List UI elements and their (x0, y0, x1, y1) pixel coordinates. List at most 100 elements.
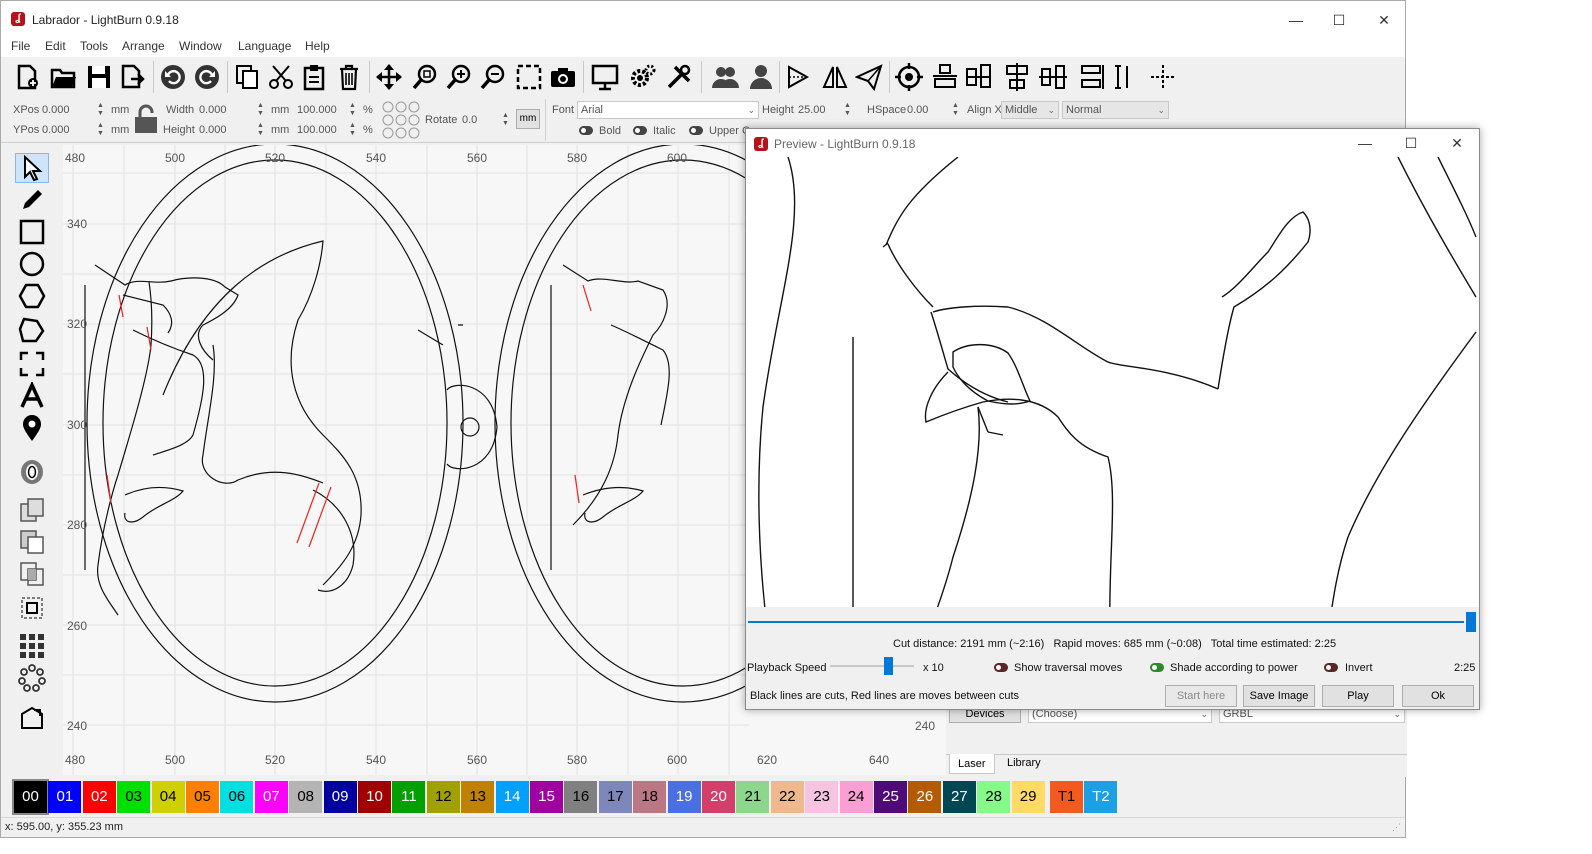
boolean-subtract-icon[interactable] (15, 527, 49, 557)
color-layer-t1[interactable]: T1 (1050, 781, 1083, 813)
color-layer-14[interactable]: 14 (495, 781, 529, 813)
export-icon[interactable] (117, 61, 149, 93)
width-percent-spinner[interactable]: ▲ ▼ (349, 102, 357, 118)
font-select[interactable]: Arial ⌄ (577, 101, 759, 119)
color-layer-27[interactable]: 27 (942, 781, 976, 813)
color-layer-17[interactable]: 17 (598, 781, 632, 813)
design-canvas[interactable]: 480 500 520 540 560 580 600 340 320 300 … (63, 145, 749, 775)
height-percent-field[interactable]: 100.000 (297, 124, 337, 136)
color-layer-22[interactable]: 22 (770, 781, 804, 813)
tools-icon[interactable] (663, 61, 695, 93)
color-layer-29[interactable]: 29 (1011, 781, 1045, 813)
redo-icon[interactable] (191, 61, 223, 93)
color-layer-12[interactable]: 12 (426, 781, 460, 813)
close-icon[interactable]: ✕ (1434, 129, 1480, 157)
color-layer-19[interactable]: 19 (667, 781, 701, 813)
settings-icon[interactable] (627, 61, 659, 93)
offset-icon[interactable] (15, 457, 49, 487)
select-arrow-icon[interactable] (15, 153, 49, 183)
width-field[interactable]: 0.000 (199, 104, 227, 116)
copy-icon[interactable] (231, 61, 263, 93)
group-icon[interactable] (709, 61, 741, 93)
maximize-icon[interactable]: ☐ (1388, 129, 1434, 157)
ok-button[interactable]: Ok (1402, 685, 1474, 707)
font-height-field[interactable]: 25.00 (798, 104, 826, 116)
zoom-to-page-icon[interactable] (409, 61, 441, 93)
lock-icon[interactable] (132, 103, 160, 138)
rotate-field[interactable]: 0.0 (462, 114, 477, 126)
anchor-grid-icon[interactable] (381, 100, 421, 143)
play-button[interactable]: Play (1322, 685, 1394, 707)
color-layer-08[interactable]: 08 (289, 781, 323, 813)
open-folder-icon[interactable] (47, 61, 79, 93)
polygon-icon[interactable] (15, 281, 49, 311)
grid-lines-icon[interactable] (1147, 61, 1179, 93)
pencil-icon[interactable] (15, 185, 49, 215)
font-height-spinner[interactable]: ▲ ▼ (844, 102, 852, 118)
menu-window[interactable]: Window (179, 39, 222, 53)
ypos-spinner[interactable]: ▲ ▼ (97, 122, 105, 138)
tab-laser[interactable]: Laser (949, 754, 995, 774)
maximize-icon[interactable]: ☐ (1316, 5, 1362, 35)
canvas-drawing[interactable] (63, 145, 749, 775)
height-percent-spinner[interactable]: ▲ ▼ (349, 122, 357, 138)
italic-toggle[interactable] (633, 126, 647, 135)
mirror-horizontal-icon[interactable] (783, 61, 815, 93)
rectangle-icon[interactable] (15, 217, 49, 247)
dock-icon[interactable] (1111, 61, 1143, 93)
width-spinner[interactable]: ▲ ▼ (257, 102, 265, 118)
grid-array-icon[interactable] (15, 631, 49, 661)
cut-icon[interactable] (265, 61, 297, 93)
xpos-spinner[interactable]: ▲ ▼ (97, 102, 105, 118)
height-spinner[interactable]: ▲ ▼ (257, 122, 265, 138)
color-layer-24[interactable]: 24 (839, 781, 873, 813)
start-here-button[interactable]: Start here (1165, 685, 1237, 707)
ypos-field[interactable]: 0.000 (42, 124, 70, 136)
camera-icon[interactable] (547, 61, 579, 93)
shade-power-toggle[interactable] (1150, 663, 1164, 672)
minimize-icon[interactable]: — (1342, 129, 1388, 157)
preview-canvas[interactable] (748, 157, 1478, 635)
menu-language[interactable]: Language (238, 39, 291, 53)
tab-library[interactable]: Library (999, 753, 1049, 773)
menu-tools[interactable]: Tools (80, 39, 108, 53)
boolean-intersect-icon[interactable] (15, 559, 49, 589)
color-layer-25[interactable]: 25 (874, 781, 907, 813)
bold-toggle[interactable] (579, 126, 593, 135)
move-icon[interactable] (373, 61, 405, 93)
resize-grip-icon[interactable]: ⋰ (1392, 822, 1401, 833)
mirror-vertical-icon[interactable] (819, 61, 851, 93)
ungroup-icon[interactable] (745, 61, 777, 93)
font-style-select[interactable]: Normal ⌄ (1062, 101, 1169, 119)
align-top-icon[interactable] (1037, 61, 1069, 93)
playback-speed-slider[interactable] (884, 657, 894, 675)
distribute-icon[interactable] (1077, 61, 1109, 93)
color-layer-28[interactable]: 28 (977, 781, 1011, 813)
circular-array-icon[interactable] (15, 663, 49, 693)
save-icon[interactable] (83, 61, 115, 93)
minimize-icon[interactable]: — (1273, 5, 1319, 35)
polygon-edit-icon[interactable] (15, 315, 49, 345)
hspace-field[interactable]: 0.00 (907, 104, 928, 116)
show-traversal-toggle[interactable] (994, 663, 1008, 672)
color-layer-11[interactable]: 11 (392, 781, 426, 813)
color-layer-00[interactable]: 00 (12, 779, 49, 815)
delete-icon[interactable] (333, 61, 365, 93)
preview-timeline-handle[interactable] (1466, 612, 1476, 632)
color-layer-07[interactable]: 07 (254, 781, 288, 813)
zoom-out-icon[interactable] (477, 61, 509, 93)
ellipse-icon[interactable] (15, 249, 49, 279)
align-left-icon[interactable] (929, 61, 961, 93)
menu-file[interactable]: File (11, 39, 30, 53)
width-percent-field[interactable]: 100.000 (297, 104, 337, 116)
color-layer-05[interactable]: 05 (186, 781, 219, 813)
close-icon[interactable]: ✕ (1361, 5, 1407, 35)
unit-toggle-button[interactable]: mm (516, 109, 540, 129)
boolean-union-icon[interactable] (15, 495, 49, 525)
color-layer-21[interactable]: 21 (736, 781, 770, 813)
monitor-icon[interactable] (589, 61, 621, 93)
color-layer-10[interactable]: 10 (358, 781, 391, 813)
align-right-icon[interactable] (1001, 61, 1033, 93)
send-icon[interactable] (853, 61, 885, 93)
save-image-button[interactable]: Save Image (1243, 685, 1315, 707)
